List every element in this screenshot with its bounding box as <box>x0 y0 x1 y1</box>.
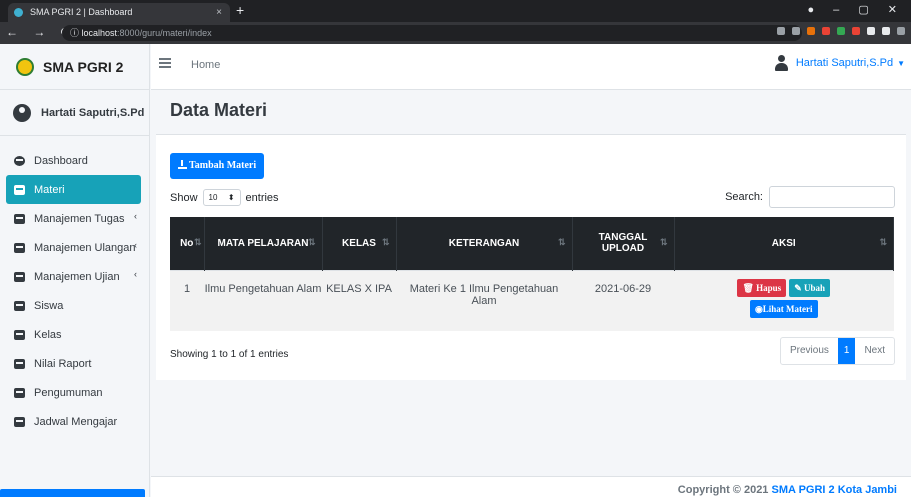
book-icon <box>14 184 25 195</box>
book-icon <box>14 242 25 253</box>
cell-aksi: 🗑 Hapus ✎ Ubah ◉Lihat Materi <box>674 269 894 331</box>
school-logo-icon <box>16 57 34 76</box>
col-header-tanggal-upload[interactable]: TANGGAL UPLOAD ⇅ <box>572 217 675 270</box>
sort-icon: ⇅ <box>879 237 887 247</box>
caret-down-icon: ▼ <box>897 58 905 68</box>
sidebar-bottom-button[interactable] <box>0 489 145 497</box>
table-row: 1 Ilmu Pengetahuan Alam KELAS X IPA Mate… <box>170 269 894 331</box>
book-icon <box>14 416 25 427</box>
favicon-icon <box>14 8 23 17</box>
add-materi-button[interactable]: Tambah Materi <box>170 153 265 179</box>
browser-tab-bar: SMA PGRI 2 | Dashboard × + ● – ▢ ✕ <box>0 0 911 22</box>
hamburger-menu-icon[interactable] <box>159 58 171 68</box>
upload-icon <box>178 160 187 169</box>
book-icon <box>14 358 25 369</box>
pagination: Previous 1 Next <box>779 337 895 365</box>
table-info: Showing 1 to 1 of 1 entries <box>170 349 289 360</box>
top-user-name: Hartati Saputri,S.Pd <box>795 57 894 69</box>
book-icon <box>14 329 25 340</box>
search-label: Search: <box>725 191 763 203</box>
brand-name: SMA PGRI 2 <box>43 58 124 75</box>
brand-link[interactable]: SMA PGRI 2 <box>0 44 149 90</box>
book-icon <box>14 387 25 398</box>
chevron-left-icon: ‹ <box>134 240 137 250</box>
sidebar-item-manajemen-ulangan[interactable]: Manajemen Ulangan ‹ <box>6 233 141 262</box>
sort-icon: ⇅ <box>659 237 668 247</box>
trash-icon: 🗑 <box>742 282 754 293</box>
sort-icon: ⇅ <box>193 237 202 247</box>
pencil-icon: ✎ <box>794 282 802 293</box>
footer: Copyright © 2021 SMA PGRI 2 Kota Jambi <box>151 476 911 497</box>
entries-length: Show 10 entries <box>170 189 279 206</box>
sidebar-item-dashboard[interactable]: Dashboard <box>6 146 141 175</box>
url-input[interactable]: ⓘ localhost:8000/guru/materi/index <box>62 25 802 41</box>
col-header-keterangan[interactable]: KETERANGAN ⇅ <box>396 217 573 270</box>
sidebar-item-manajemen-ujian[interactable]: Manajemen Ujian ‹ <box>6 262 141 291</box>
tab-title: SMA PGRI 2 | Dashboard <box>30 7 133 17</box>
top-navbar: Home Hartati Saputri,S.Pd ▼ <box>151 44 911 90</box>
sidebar-item-manajemen-tugas[interactable]: Manajemen Tugas ‹ <box>6 204 141 233</box>
book-icon <box>14 300 25 311</box>
materi-card: Tambah Materi Show 10 entries Search: No… <box>156 134 906 380</box>
sort-icon: ⇅ <box>307 237 316 247</box>
footer-link[interactable]: SMA PGRI 2 Kota Jambi <box>771 484 897 496</box>
tab-close-icon[interactable]: × <box>216 3 222 22</box>
page-title: Data Materi <box>170 100 268 120</box>
book-icon <box>14 271 25 282</box>
col-header-aksi[interactable]: AKSI ⇅ <box>674 217 894 270</box>
col-header-kelas[interactable]: KELAS ⇅ <box>322 217 397 270</box>
chevron-left-icon: ‹ <box>134 269 137 279</box>
previous-button[interactable]: Previous <box>781 338 838 364</box>
user-dropdown[interactable]: Hartati Saputri,S.Pd ▼ <box>774 55 905 71</box>
ubah-button[interactable]: ✎ Ubah <box>789 278 830 297</box>
sidebar-user-panel[interactable]: Hartati Saputri,S.Pd <box>0 90 149 136</box>
materi-table: No ⇅ MATA PELAJARAN ⇅ KELAS ⇅ KETERANGAN ⇅ T… <box>170 217 894 331</box>
chevron-left-icon: ‹ <box>134 211 137 221</box>
search-input[interactable] <box>769 186 895 208</box>
next-button[interactable]: Next <box>855 338 894 364</box>
dashboard-icon <box>14 155 25 166</box>
cell-mata-pelajaran: Ilmu Pengetahuan Alam <box>204 269 322 331</box>
sidebar: SMA PGRI 2 Hartati Saputri,S.Pd Dashboar… <box>0 44 150 497</box>
browser-tab[interactable]: SMA PGRI 2 | Dashboard × <box>8 3 230 22</box>
window-controls[interactable]: ● – ▢ ✕ <box>807 3 905 16</box>
sidebar-item-jadwal-mengajar[interactable]: Jadwal Mengajar <box>6 407 141 436</box>
entries-select[interactable]: 10 <box>202 189 241 206</box>
sort-icon: ⇅ <box>557 237 566 247</box>
search-area: Search: <box>725 186 895 208</box>
sort-icon: ⇅ <box>381 237 390 247</box>
lihat-materi-button[interactable]: ◉Lihat Materi <box>749 299 818 318</box>
hapus-button[interactable]: 🗑 Hapus <box>737 278 787 297</box>
address-bar: ← → ⟳ ⓘ localhost:8000/guru/materi/index <box>0 22 911 44</box>
sidebar-item-kelas[interactable]: Kelas <box>6 320 141 349</box>
cell-tanggal-upload: 2021-06-29 <box>572 269 674 331</box>
col-header-mata-pelajaran[interactable]: MATA PELAJARAN ⇅ <box>204 217 323 270</box>
extension-icons[interactable] <box>777 27 905 35</box>
sidebar-user-name: Hartati Saputri,S.Pd <box>41 106 145 119</box>
user-circle-icon <box>13 103 31 122</box>
sidebar-menu: Dashboard Materi Manajemen Tugas ‹ Manaje… <box>0 136 149 436</box>
sidebar-item-siswa[interactable]: Siswa <box>6 291 141 320</box>
new-tab-button[interactable]: + <box>236 2 244 18</box>
sidebar-item-materi[interactable]: Materi <box>6 175 141 204</box>
sidebar-item-nilai-raport[interactable]: Nilai Raport <box>6 349 141 378</box>
copyright-text: Copyright © 2021 SMA PGRI 2 Kota Jambi <box>677 484 897 496</box>
user-icon <box>774 55 788 71</box>
sidebar-item-pengumuman[interactable]: Pengumuman <box>6 378 141 407</box>
book-icon <box>14 213 25 224</box>
home-link[interactable]: Home <box>191 59 220 71</box>
cell-no: 1 <box>170 269 204 331</box>
cell-kelas: KELAS X IPA <box>322 269 396 331</box>
eye-icon: ◉ <box>754 303 763 314</box>
col-header-no[interactable]: No ⇅ <box>170 217 205 270</box>
page-1-button[interactable]: 1 <box>837 338 856 364</box>
cell-keterangan: Materi Ke 1 Ilmu Pengetahuan Alam <box>396 269 572 331</box>
